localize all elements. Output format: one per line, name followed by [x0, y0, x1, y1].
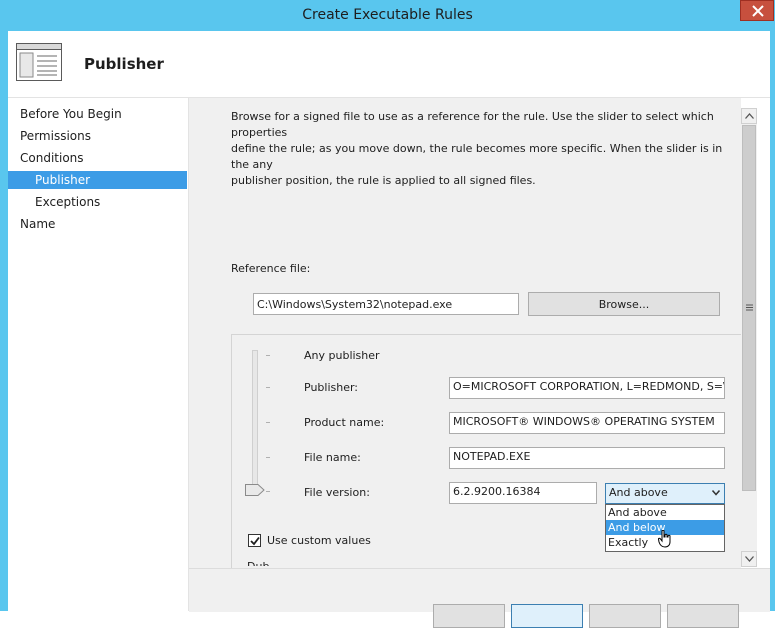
reference-file-input[interactable] [253, 293, 519, 315]
file-name-field[interactable]: NOTEPAD.EXE [449, 447, 725, 469]
description-text: Browse for a signed file to use as a ref… [231, 110, 723, 187]
mouse-cursor-icon [657, 529, 672, 551]
cancel-button[interactable] [667, 604, 739, 628]
product-name-label: Product name: [304, 416, 385, 429]
publisher-field[interactable]: O=MICROSOFT CORPORATION, L=REDMOND, S=\ [449, 377, 725, 399]
nav-item-exceptions[interactable]: Exceptions [8, 193, 187, 211]
close-icon [752, 5, 764, 17]
content-scrollbar[interactable] [741, 108, 757, 567]
close-button[interactable] [740, 0, 774, 21]
nav-item-publisher[interactable]: Publisher [8, 171, 187, 189]
scroll-thumb[interactable] [742, 125, 756, 491]
publisher-label: Publisher: [304, 381, 359, 394]
file-version-field[interactable]: 6.2.9200.16384 [449, 482, 597, 504]
use-custom-values-label: Use custom values [267, 534, 371, 547]
chevron-down-icon [745, 556, 754, 562]
version-comparison-select[interactable]: And above [605, 483, 725, 504]
slider-tick [266, 457, 270, 458]
checkmark-icon [250, 536, 260, 546]
file-version-label: File version: [304, 486, 370, 499]
content-panel: Browse for a signed file to use as a ref… [189, 98, 741, 568]
wizard-nav: Before You Begin Permissions Conditions … [8, 98, 189, 611]
chevron-up-icon [745, 113, 754, 119]
nav-item-before-you-begin[interactable]: Before You Begin [8, 105, 187, 123]
window-border-right [770, 31, 775, 611]
slider-tick [266, 387, 270, 388]
dropdown-option-and-above[interactable]: And above [606, 505, 724, 520]
page-title: Publisher [84, 55, 164, 73]
scroll-down-button[interactable] [741, 551, 757, 567]
next-button[interactable] [511, 604, 583, 628]
nav-item-conditions[interactable]: Conditions [8, 149, 187, 167]
wizard-footer [189, 568, 770, 628]
wizard-page-icon [16, 43, 62, 84]
slider-tick [266, 355, 270, 356]
slider-tick [266, 422, 270, 423]
window-title: Create Executable Rules [302, 7, 473, 23]
slider-thumb[interactable] [245, 484, 265, 499]
browse-button[interactable]: Browse... [528, 292, 720, 316]
window-border-left [0, 31, 8, 611]
scroll-up-button[interactable] [741, 108, 757, 124]
wizard-header: Publisher [8, 31, 770, 98]
version-select-value: And above [609, 486, 668, 499]
specificity-slider-track[interactable] [252, 350, 258, 492]
reference-file-label: Reference file: [231, 262, 311, 275]
use-custom-values-checkbox[interactable] [248, 534, 261, 547]
nav-item-name[interactable]: Name [8, 215, 187, 233]
nav-item-permissions[interactable]: Permissions [8, 127, 187, 145]
create-button[interactable] [589, 604, 661, 628]
clipped-text: Dub [247, 560, 269, 566]
title-bar: Create Executable Rules [0, 0, 775, 31]
grip-icon [746, 304, 753, 311]
previous-button[interactable] [433, 604, 505, 628]
product-name-field[interactable]: MICROSOFT® WINDOWS® OPERATING SYSTEM [449, 412, 725, 434]
slider-tick [266, 491, 270, 492]
chevron-down-icon [712, 490, 720, 496]
file-name-label: File name: [304, 451, 361, 464]
any-publisher-label: Any publisher [304, 349, 380, 362]
